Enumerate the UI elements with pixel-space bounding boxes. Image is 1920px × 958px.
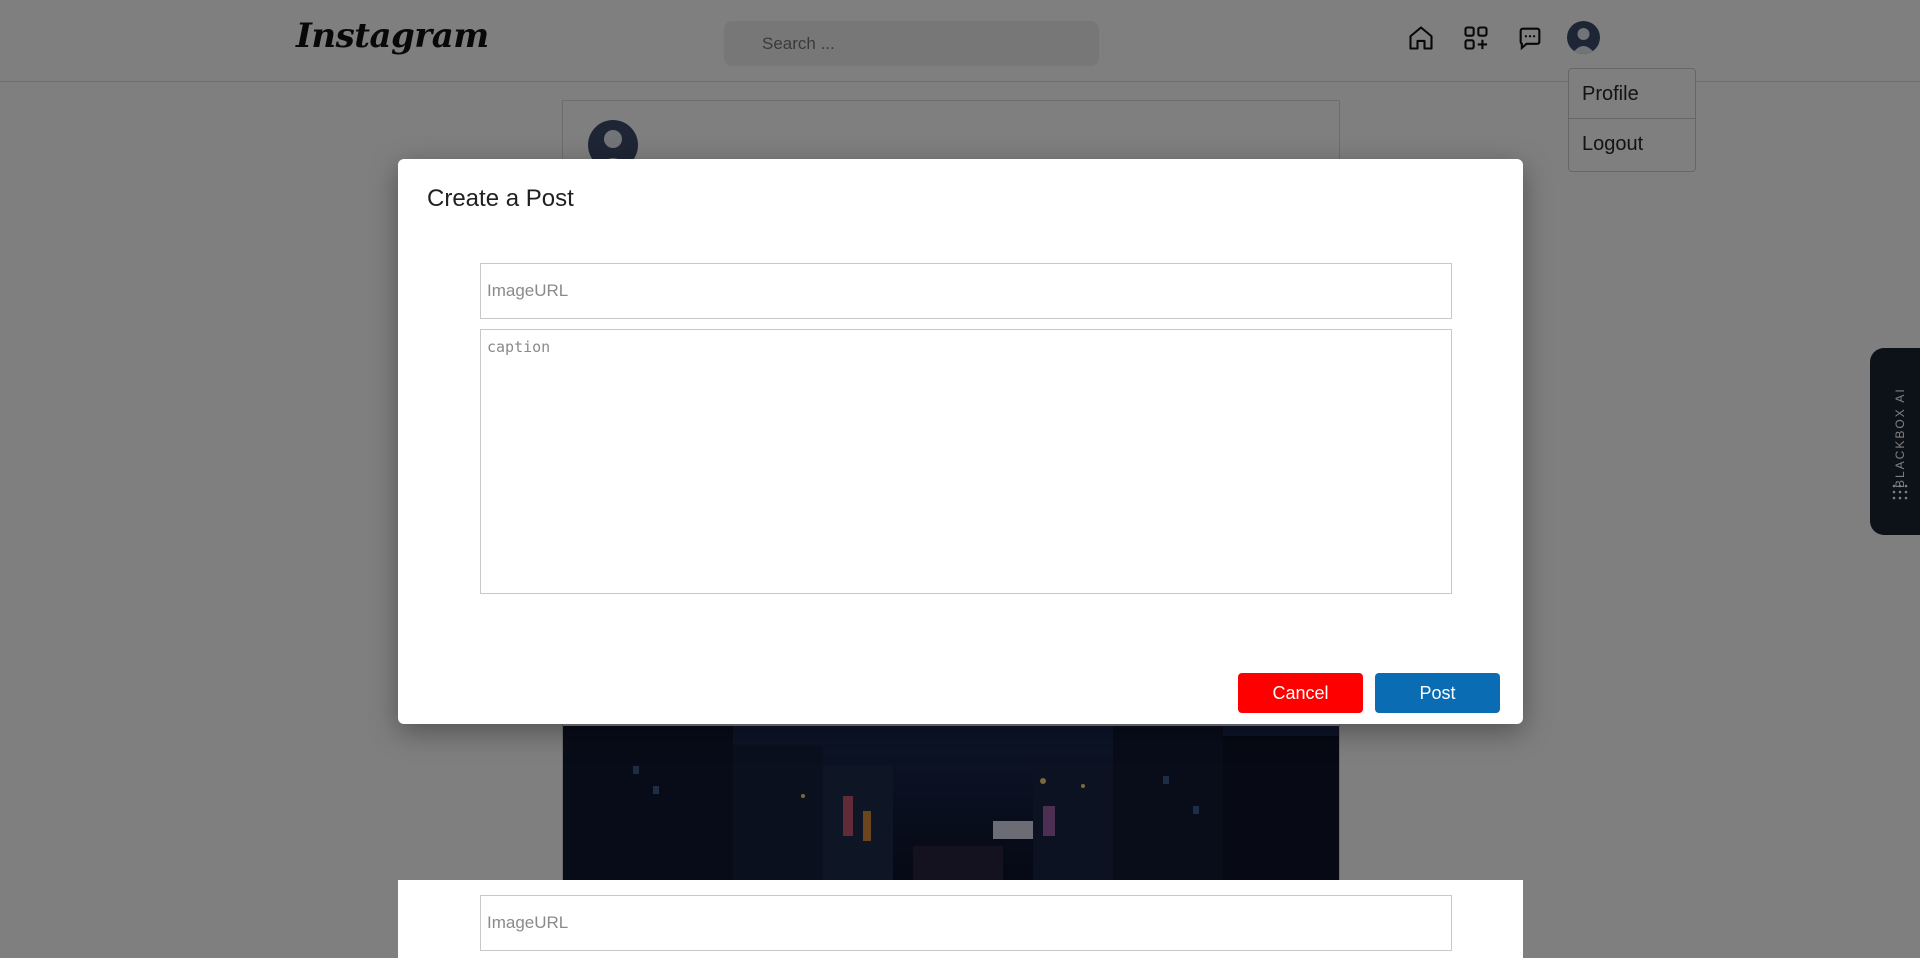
image-url-input[interactable]	[480, 263, 1452, 319]
post-button[interactable]: Post	[1375, 673, 1500, 713]
caption-textarea[interactable]	[480, 329, 1452, 594]
modal-title: Create a Post	[427, 185, 574, 212]
secondary-image-url-input[interactable]	[480, 895, 1452, 951]
cancel-button[interactable]: Cancel	[1238, 673, 1363, 713]
create-post-modal: Create a Post Cancel Post	[398, 159, 1523, 724]
secondary-post-form	[398, 880, 1523, 958]
